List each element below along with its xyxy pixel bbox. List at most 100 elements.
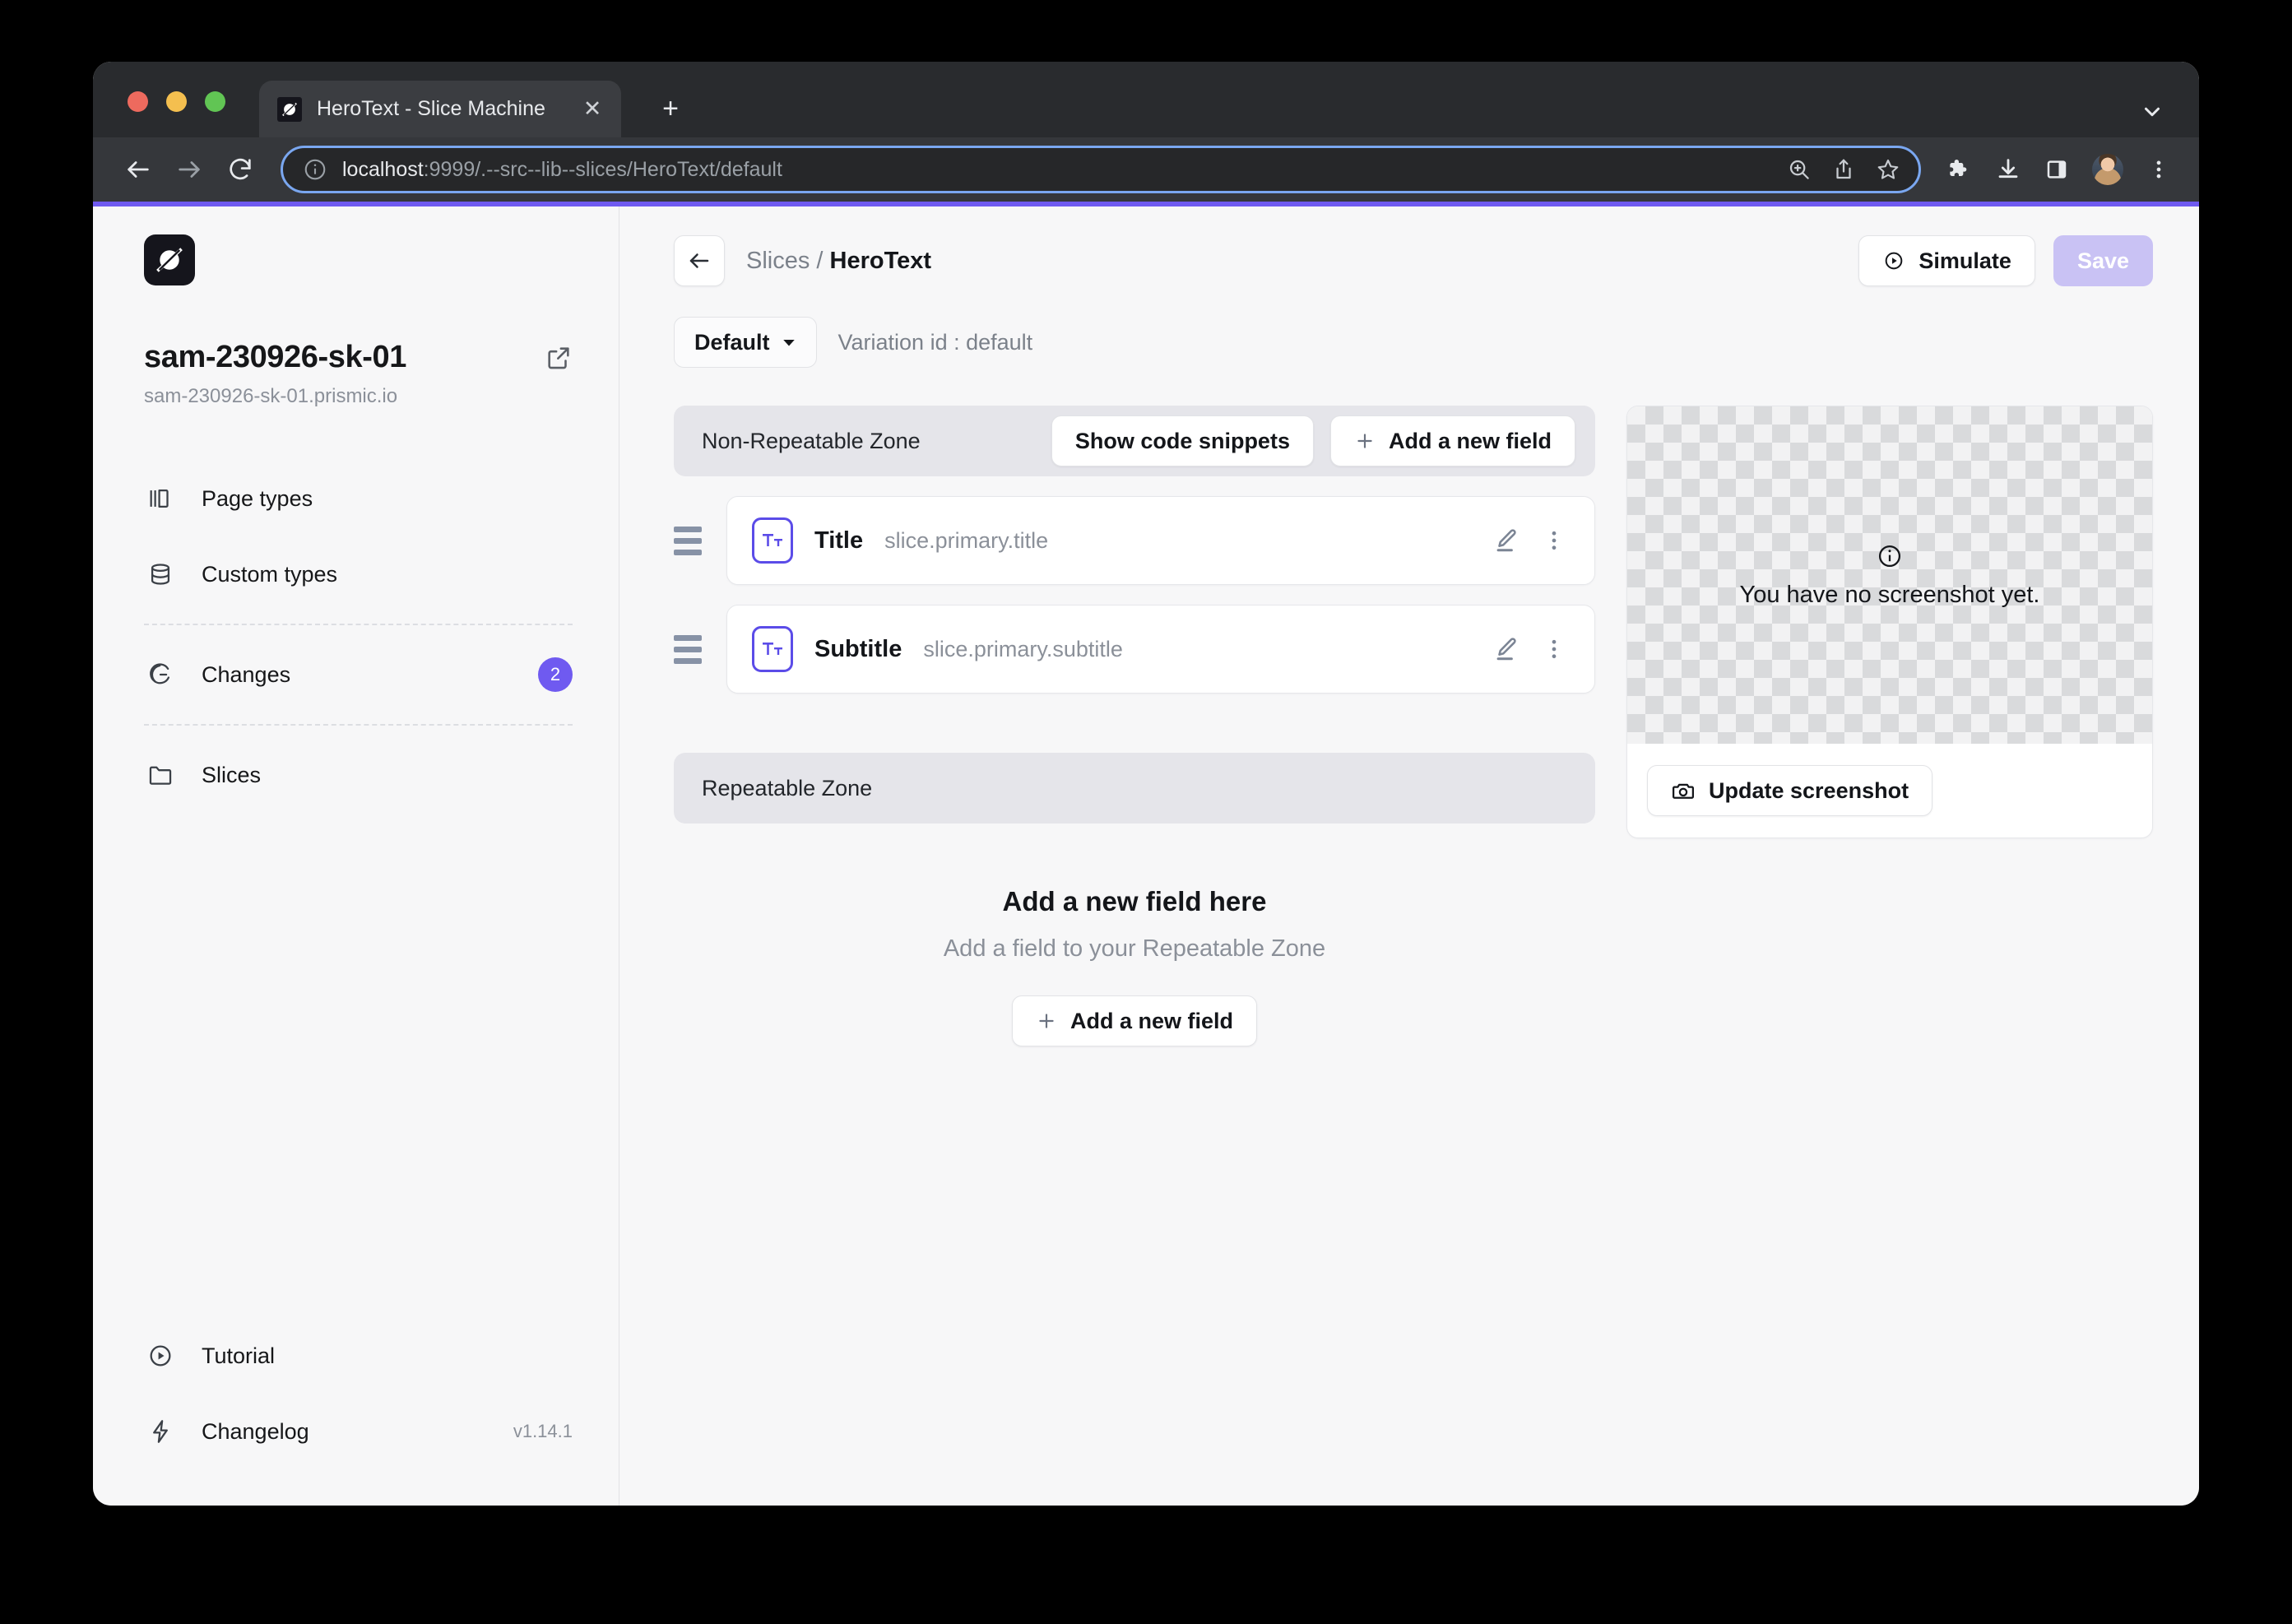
screenshot-card: You have no screenshot yet. Update scree… xyxy=(1626,406,2153,838)
browser-tab-strip: HeroText - Slice Machine ✕ + xyxy=(93,62,2199,137)
app-version: v1.14.1 xyxy=(513,1421,573,1442)
sidebar-item-custom-types[interactable]: Custom types xyxy=(144,536,573,612)
repository-name: sam-230926-sk-01 xyxy=(144,340,406,375)
sidebar-item-slices[interactable]: Slices xyxy=(144,737,573,813)
breadcrumb-parent[interactable]: Slices / xyxy=(746,248,823,274)
repository-domain: sam-230926-sk-01.prismic.io xyxy=(144,385,573,408)
url-path: :9999/.--src--lib--slices/HeroText/defau… xyxy=(424,158,782,181)
sidebar-item-changes[interactable]: Changes 2 xyxy=(144,637,573,712)
empty-state-subtitle: Add a field to your Repeatable Zone xyxy=(674,935,1595,963)
new-tab-button[interactable]: + xyxy=(654,95,687,123)
variation-select-label: Default xyxy=(694,330,770,355)
info-circle-icon[interactable] xyxy=(303,157,327,182)
field-name: Subtitle xyxy=(814,636,902,663)
breadcrumb-current: HeroText xyxy=(830,248,932,274)
variation-row: Default Variation id : default xyxy=(674,317,2153,368)
kebab-menu-icon[interactable] xyxy=(2146,157,2171,182)
update-screenshot-button[interactable]: Update screenshot xyxy=(1647,765,1932,816)
slice-machine-logo-icon[interactable] xyxy=(144,234,195,285)
field-card-subtitle[interactable]: Subtitle slice.primary.subtitle xyxy=(726,605,1595,694)
sidebar-item-label: Changelog xyxy=(202,1419,489,1445)
camera-icon xyxy=(1671,778,1696,803)
editor-content: Non-Repeatable Zone Show code snippets A… xyxy=(674,406,2153,1046)
changes-icon xyxy=(144,661,177,689)
sidebar: sam-230926-sk-01 sam-230926-sk-01.prismi… xyxy=(93,202,619,1506)
status-badge: 2 xyxy=(538,657,573,692)
field-name: Title xyxy=(814,527,863,554)
star-icon[interactable] xyxy=(1876,157,1900,182)
screenshot-preview: You have no screenshot yet. xyxy=(1627,406,2152,744)
close-window-button[interactable] xyxy=(128,91,148,112)
show-code-snippets-button[interactable]: Show code snippets xyxy=(1051,415,1314,466)
simulate-button[interactable]: Simulate xyxy=(1858,235,2035,286)
sidebar-item-label: Slices xyxy=(202,763,573,788)
bolt-icon xyxy=(144,1418,177,1445)
plus-icon xyxy=(1354,430,1376,452)
drag-handle-icon[interactable] xyxy=(674,527,702,555)
sidebar-nav: Page types Custom types Changes 2 xyxy=(144,461,573,813)
toolbar-icons xyxy=(1946,154,2171,185)
zones-column: Non-Repeatable Zone Show code snippets A… xyxy=(674,406,1595,1046)
zoom-in-icon[interactable] xyxy=(1787,157,1812,182)
show-code-snippets-label: Show code snippets xyxy=(1075,429,1290,454)
forward-button[interactable] xyxy=(164,144,215,195)
text-field-icon xyxy=(752,626,793,672)
kebab-menu-icon[interactable] xyxy=(1542,637,1566,661)
pencil-icon[interactable] xyxy=(1492,635,1520,663)
browser-toolbar: localhost:9999/.--src--lib--slices/HeroT… xyxy=(93,137,2199,202)
sidebar-item-label: Changes xyxy=(202,662,513,688)
add-new-field-button[interactable]: Add a new field xyxy=(1330,415,1575,466)
avatar[interactable] xyxy=(2092,154,2123,185)
field-actions xyxy=(1492,635,1566,663)
page-load-progress-bar xyxy=(93,202,2199,206)
chevron-down-icon[interactable] xyxy=(2140,100,2164,124)
update-screenshot-label: Update screenshot xyxy=(1709,778,1909,804)
sidebar-item-tutorial[interactable]: Tutorial xyxy=(144,1318,573,1394)
variation-select[interactable]: Default xyxy=(674,317,817,368)
save-label: Save xyxy=(2077,248,2129,274)
header-actions: Simulate Save xyxy=(1858,235,2153,286)
sidebar-divider xyxy=(144,724,573,726)
drag-handle-icon[interactable] xyxy=(674,635,702,664)
sidebar-item-changelog[interactable]: Changelog v1.14.1 xyxy=(144,1394,573,1469)
text-field-icon xyxy=(752,517,793,564)
close-icon[interactable]: ✕ xyxy=(580,98,605,120)
back-button[interactable] xyxy=(113,144,164,195)
simulate-label: Simulate xyxy=(1919,248,2011,274)
empty-state-title: Add a new field here xyxy=(674,886,1595,917)
extensions-puzzle-icon[interactable] xyxy=(1946,156,1972,183)
pencil-icon[interactable] xyxy=(1492,527,1520,554)
non-repeatable-zone-header: Non-Repeatable Zone Show code snippets A… xyxy=(674,406,1595,476)
plus-icon xyxy=(1036,1010,1057,1032)
browser-tab[interactable]: HeroText - Slice Machine ✕ xyxy=(259,81,621,137)
back-to-slices-button[interactable] xyxy=(674,235,725,286)
side-panel-icon[interactable] xyxy=(2044,157,2069,182)
maximize-window-button[interactable] xyxy=(205,91,225,112)
field-card-title[interactable]: Title slice.primary.title xyxy=(726,496,1595,585)
sidebar-item-label: Custom types xyxy=(202,562,573,587)
browser-window: HeroText - Slice Machine ✕ + localhost:9… xyxy=(93,62,2199,1506)
breadcrumb: Slices / HeroText xyxy=(746,248,931,275)
database-icon xyxy=(144,560,177,588)
window-traffic-lights xyxy=(128,91,225,112)
page-types-icon xyxy=(144,485,177,513)
reload-button[interactable] xyxy=(215,144,266,195)
add-new-field-label: Add a new field xyxy=(1070,1009,1233,1034)
sidebar-item-label: Tutorial xyxy=(202,1343,573,1369)
share-icon[interactable] xyxy=(1831,157,1856,182)
screenshot-footer: Update screenshot xyxy=(1627,744,2152,838)
folder-icon xyxy=(144,761,177,789)
field-row: Title slice.primary.title xyxy=(674,496,1595,585)
add-new-field-label: Add a new field xyxy=(1389,429,1552,454)
minimize-window-button[interactable] xyxy=(166,91,187,112)
variation-id-text: Variation id : default xyxy=(838,330,1033,355)
sidebar-item-page-types[interactable]: Page types xyxy=(144,461,573,536)
address-bar-url: localhost:9999/.--src--lib--slices/HeroT… xyxy=(342,158,1772,182)
save-button[interactable]: Save xyxy=(2053,235,2153,286)
external-link-icon[interactable] xyxy=(545,344,573,372)
address-bar[interactable]: localhost:9999/.--src--lib--slices/HeroT… xyxy=(281,146,1921,193)
kebab-menu-icon[interactable] xyxy=(1542,528,1566,553)
app-body: sam-230926-sk-01 sam-230926-sk-01.prismi… xyxy=(93,202,2199,1506)
download-icon[interactable] xyxy=(1995,156,2021,183)
add-new-field-button-repeatable[interactable]: Add a new field xyxy=(1012,995,1257,1046)
